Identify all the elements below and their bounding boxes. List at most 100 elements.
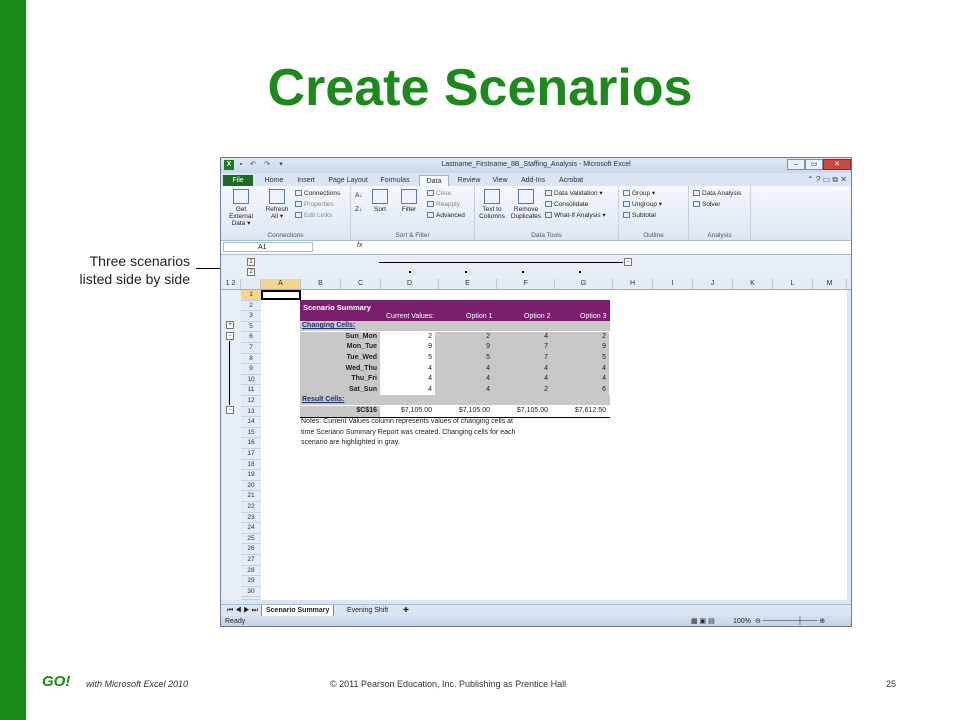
row-header[interactable]: 11 — [241, 385, 261, 396]
advanced-button[interactable]: Advanced — [427, 212, 465, 220]
tab-view[interactable]: View — [489, 175, 511, 186]
outline-level-2-button[interactable]: 2 — [247, 268, 255, 276]
row-header[interactable]: 19 — [241, 470, 261, 481]
column-header[interactable]: B — [301, 279, 341, 289]
column-header[interactable]: H — [613, 279, 653, 289]
row-header[interactable]: 21 — [241, 491, 261, 502]
row-header[interactable]: 29 — [241, 576, 261, 587]
column-header[interactable]: G — [555, 279, 613, 289]
column-header[interactable]: E — [439, 279, 497, 289]
row-header[interactable]: 20 — [241, 480, 261, 492]
minimize-button[interactable]: – — [787, 159, 805, 170]
connections-group-label: Connections — [267, 232, 304, 239]
row-header[interactable]: 25 — [241, 533, 261, 545]
refresh-all-button[interactable]: Refresh All ▾ — [263, 189, 291, 220]
column-header[interactable]: J — [693, 279, 733, 289]
group-button[interactable]: Group ▾ — [623, 190, 655, 198]
tab-add-ins[interactable]: Add-Ins — [517, 175, 549, 186]
zoom-level[interactable]: 100% — [733, 616, 751, 626]
column-header[interactable]: I — [653, 279, 693, 289]
outline-level-1-button[interactable]: 1 — [247, 258, 255, 266]
tab-page-layout[interactable]: Page Layout — [325, 175, 371, 186]
row-expand-button[interactable]: + — [226, 321, 234, 329]
solver-button[interactable]: Solver — [693, 201, 720, 209]
tab-data[interactable]: Data — [419, 175, 449, 186]
row-header[interactable]: 8 — [241, 353, 261, 365]
maximize-button[interactable]: ▭ — [805, 159, 823, 170]
row-header[interactable]: 13 — [241, 406, 261, 418]
what-if-analysis-button[interactable]: What-If Analysis ▾ — [545, 212, 606, 220]
tab-insert[interactable]: Insert — [293, 175, 319, 186]
row-header[interactable]: 9 — [241, 364, 261, 375]
row-header[interactable]: 16 — [241, 438, 261, 449]
sort-az-icon[interactable]: A↓ — [355, 192, 363, 200]
column-header[interactable]: D — [381, 279, 439, 289]
insert-sheet-icon[interactable]: ✚ — [399, 605, 413, 616]
select-all-corner[interactable] — [241, 279, 261, 289]
row-outline-area: + − − — [221, 290, 241, 600]
filter-button[interactable]: Filter — [397, 189, 421, 213]
row-header[interactable]: 6 — [241, 332, 261, 343]
sort-button[interactable]: Sort — [369, 189, 391, 213]
row-header[interactable]: 18 — [241, 459, 261, 471]
tab-formulas[interactable]: Formulas — [377, 175, 413, 186]
edit-links-button[interactable]: Edit Links — [295, 212, 332, 220]
row-header[interactable]: 1 — [241, 290, 261, 301]
ungroup-button[interactable]: Ungroup ▾ — [623, 201, 662, 209]
row-collapse-button[interactable]: − — [226, 406, 234, 414]
row-header[interactable]: 2 — [241, 300, 261, 312]
tab-file[interactable]: File — [223, 175, 253, 186]
row-header[interactable]: 27 — [241, 555, 261, 566]
connections-button[interactable]: Connections — [295, 190, 340, 198]
consolidate-button[interactable]: Consolidate — [545, 201, 588, 209]
column-header[interactable]: K — [733, 279, 773, 289]
row-header[interactable]: 14 — [241, 417, 261, 428]
row-header[interactable]: 5 — [241, 321, 261, 333]
column-header[interactable]: F — [497, 279, 555, 289]
row-header[interactable]: 10 — [241, 374, 261, 386]
column-collapse-button[interactable]: − — [624, 258, 632, 266]
tab-review[interactable]: Review — [455, 175, 483, 186]
row-header[interactable]: 23 — [241, 512, 261, 524]
properties-button[interactable]: Properties — [295, 201, 334, 209]
reapply-button[interactable]: Reapply — [427, 201, 460, 209]
row-header[interactable]: 26 — [241, 544, 261, 555]
row-header[interactable]: 7 — [241, 343, 261, 354]
tab-acrobat[interactable]: Acrobat — [555, 175, 587, 186]
ribbon-tabs: File Home Insert Page Layout Formulas Da… — [221, 173, 851, 186]
help-icon[interactable]: ⌃ ? ▭ ⧉ ✕ — [807, 175, 847, 185]
column-header[interactable]: A — [261, 279, 301, 289]
close-button[interactable]: ✕ — [823, 159, 851, 170]
row-header[interactable]: 30 — [241, 586, 261, 598]
row-header[interactable]: 12 — [241, 396, 261, 407]
row-header[interactable]: 3 — [241, 311, 261, 322]
outline-level-buttons[interactable]: 1 2 — [221, 279, 241, 289]
column-header[interactable]: M — [813, 279, 847, 289]
get-external-data-button[interactable]: Get External Data ▾ — [223, 189, 259, 227]
row-header[interactable]: 15 — [241, 427, 261, 439]
remove-duplicates-button[interactable]: Remove Duplicates — [509, 189, 543, 220]
data-analysis-button[interactable]: Data Analysis — [693, 190, 741, 198]
row-header[interactable]: 22 — [241, 502, 261, 513]
row-header[interactable]: 24 — [241, 523, 261, 534]
clear-button[interactable]: Clear — [427, 190, 452, 198]
row-header[interactable]: 28 — [241, 565, 261, 577]
text-to-columns-button[interactable]: Text to Columns — [477, 189, 507, 220]
zoom-slider[interactable]: ⊖ ───────┼─── ⊕ — [755, 616, 825, 626]
sort-za-icon[interactable]: Z↓ — [355, 206, 362, 214]
subtotal-button[interactable]: Subtotal — [623, 212, 656, 220]
row-header[interactable]: 17 — [241, 449, 261, 460]
tab-home[interactable]: Home — [261, 175, 287, 186]
data-validation-button[interactable]: Data Validation ▾ — [545, 190, 603, 198]
row-collapse-button[interactable]: − — [226, 332, 234, 340]
sheet-nav-arrows[interactable]: ⏮ ◀ ▶ ⏭ — [223, 605, 262, 616]
active-cell-a1[interactable] — [261, 290, 301, 300]
summary-title: Scenario Summary — [303, 303, 371, 312]
column-header[interactable]: L — [773, 279, 813, 289]
insert-function-icon[interactable]: fx — [357, 242, 362, 249]
sheet-tab-evening-shift[interactable]: Evening Shift — [343, 605, 392, 616]
name-box[interactable]: A1 — [223, 242, 313, 252]
column-header[interactable]: C — [341, 279, 381, 289]
row-header[interactable] — [241, 597, 261, 601]
view-buttons[interactable]: ▦ ▣ ▤ — [691, 616, 715, 626]
